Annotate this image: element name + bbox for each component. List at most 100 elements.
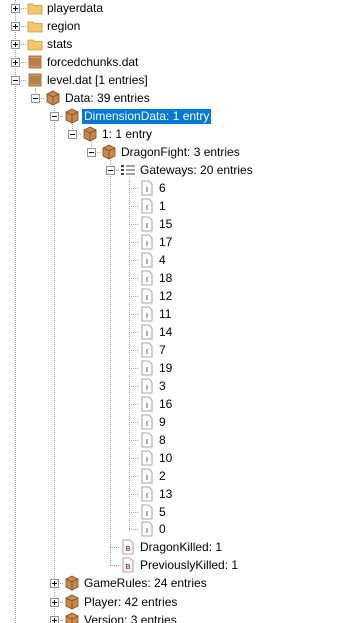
tree-node-label: 0 — [159, 522, 166, 536]
tree-node-player[interactable]: Player: 42 entries — [0, 594, 338, 611]
svg-text:I: I — [146, 367, 148, 374]
tree-node-gateway-int[interactable]: I1 — [0, 198, 338, 215]
tree-node-label: DragonFight: 3 entries — [121, 145, 240, 159]
folder-icon — [27, 3, 43, 15]
tree-node-gateway-int[interactable]: I9 — [0, 414, 338, 431]
tree-node-label: 12 — [159, 289, 173, 303]
tree-node-dimension-data[interactable]: DimensionData: 1 entry — [0, 108, 338, 125]
svg-text:I: I — [146, 277, 148, 284]
svg-text:I: I — [146, 475, 148, 482]
collapse-toggle[interactable] — [87, 148, 96, 157]
tree-node-label: 16 — [159, 397, 173, 411]
tree-node-dragon-fight[interactable]: DragonFight: 3 entries — [0, 144, 338, 161]
svg-text:I: I — [146, 331, 148, 338]
tree-node-gateway-int[interactable]: I 11 — [0, 306, 338, 323]
tree-node-gateway-int[interactable]: I 13 — [0, 486, 338, 503]
tree-node-gateway-int[interactable]: I 18 — [0, 270, 338, 287]
tree-node-label: 1: 1 entry — [102, 127, 153, 141]
svg-text:I: I — [146, 295, 148, 302]
tree-node-gateway-int[interactable]: I3 — [0, 378, 338, 395]
tree-node-label: 13 — [159, 487, 173, 501]
collapse-toggle[interactable] — [50, 112, 59, 121]
compound-tag-icon — [65, 108, 79, 124]
tree-node-gateway-int[interactable]: I 15 — [0, 216, 338, 233]
tree-node-playerdata[interactable]: playerdata — [0, 0, 338, 17]
tree-node-previously-killed[interactable]: B PreviouslyKilled: 1 — [0, 557, 338, 574]
compound-tag-icon — [65, 575, 79, 591]
int-tag-icon: I — [141, 234, 153, 250]
int-tag-icon: I — [141, 216, 153, 232]
int-tag-icon: I — [141, 360, 153, 376]
tree-node-gateway-int[interactable]: I 12 — [0, 288, 338, 305]
byte-tag-icon: B — [122, 557, 134, 573]
collapse-toggle[interactable] — [31, 94, 40, 103]
tree-node-gateway-int[interactable]: I2 — [0, 468, 338, 485]
compound-tag-icon — [83, 126, 97, 142]
tree-node-gateway-int[interactable]: I 14 — [0, 324, 338, 341]
tree-node-label: 6 — [159, 181, 166, 195]
collapse-toggle[interactable] — [11, 76, 20, 85]
int-tag-icon: I — [141, 306, 153, 322]
tree-node-version[interactable]: Version: 3 entries — [0, 612, 338, 623]
tree-node-label: playerdata — [47, 1, 104, 15]
tree-node-gateway-int[interactable]: I8 — [0, 432, 338, 449]
nbt-file-icon — [28, 73, 42, 87]
tree-node-region[interactable]: region — [0, 18, 338, 35]
svg-text:I: I — [146, 187, 148, 194]
collapse-toggle[interactable] — [106, 166, 115, 175]
svg-text:I: I — [146, 457, 148, 464]
nbt-tree-view[interactable]: playerdata region stats forcedchunks.dat… — [0, 0, 338, 623]
svg-text:I: I — [146, 385, 148, 392]
tree-node-gateway-int[interactable]: I4 — [0, 252, 338, 269]
tree-node-gateway-int[interactable]: I0 — [0, 521, 338, 538]
nbt-file-icon — [28, 55, 42, 69]
expand-toggle[interactable] — [11, 58, 20, 67]
int-tag-icon: I — [141, 504, 153, 520]
tree-node-data[interactable]: Data: 39 entries — [0, 90, 338, 107]
tree-node-stats[interactable]: stats — [0, 36, 338, 53]
tree-node-gateway-int[interactable]: I7 — [0, 342, 338, 359]
int-tag-icon: I — [141, 378, 153, 394]
tree-node-gateways[interactable]: Gateways: 20 entries — [0, 162, 338, 179]
expand-toggle[interactable] — [11, 22, 20, 31]
collapse-toggle[interactable] — [68, 130, 77, 139]
svg-text:I: I — [146, 259, 148, 266]
int-tag-icon: I — [141, 521, 153, 537]
tree-node-gateway-int[interactable]: I 19 — [0, 360, 338, 377]
svg-text:I: I — [146, 421, 148, 428]
tree-node-label: 15 — [159, 217, 173, 231]
tree-node-level-dat[interactable]: level.dat [1 entries] — [0, 72, 338, 89]
expand-toggle[interactable] — [50, 616, 59, 623]
expand-toggle[interactable] — [11, 4, 20, 13]
byte-tag-icon: B — [122, 539, 134, 555]
int-tag-icon: I — [141, 270, 153, 286]
tree-node-label: Gateways: 20 entries — [140, 163, 253, 177]
tree-node-gateway-int[interactable]: I6 — [0, 180, 338, 197]
tree-node-dim-1[interactable]: 1: 1 entry — [0, 126, 338, 143]
int-tag-icon: I — [141, 180, 153, 196]
tree-node-label: 10 — [159, 451, 173, 465]
expand-toggle[interactable] — [11, 40, 20, 49]
tree-node-forcedchunks[interactable]: forcedchunks.dat — [0, 54, 338, 71]
tree-node-gateway-int[interactable]: I 10 — [0, 450, 338, 467]
tree-node-label: 17 — [159, 235, 173, 249]
tree-node-label: region — [47, 19, 81, 33]
tree-node-label: 8 — [159, 433, 166, 447]
svg-text:I: I — [146, 511, 148, 518]
tree-node-gateway-int[interactable]: I 17 — [0, 234, 338, 251]
int-tag-icon: I — [141, 288, 153, 304]
tree-node-label: 11 — [159, 307, 172, 321]
list-tag-icon — [121, 165, 135, 175]
svg-text:I: I — [146, 241, 148, 248]
expand-toggle[interactable] — [50, 579, 59, 588]
tree-node-dragon-killed[interactable]: B DragonKilled: 1 — [0, 539, 338, 556]
svg-text:B: B — [125, 546, 130, 553]
tree-node-label: 19 — [159, 361, 173, 375]
folder-icon — [27, 39, 43, 51]
tree-node-game-rules[interactable]: GameRules: 24 entries — [0, 575, 338, 592]
tree-node-gateway-int[interactable]: I5 — [0, 504, 338, 521]
svg-text:I: I — [146, 403, 148, 410]
svg-text:I: I — [146, 528, 148, 535]
tree-node-gateway-int[interactable]: I 16 — [0, 396, 338, 413]
expand-toggle[interactable] — [50, 598, 59, 607]
